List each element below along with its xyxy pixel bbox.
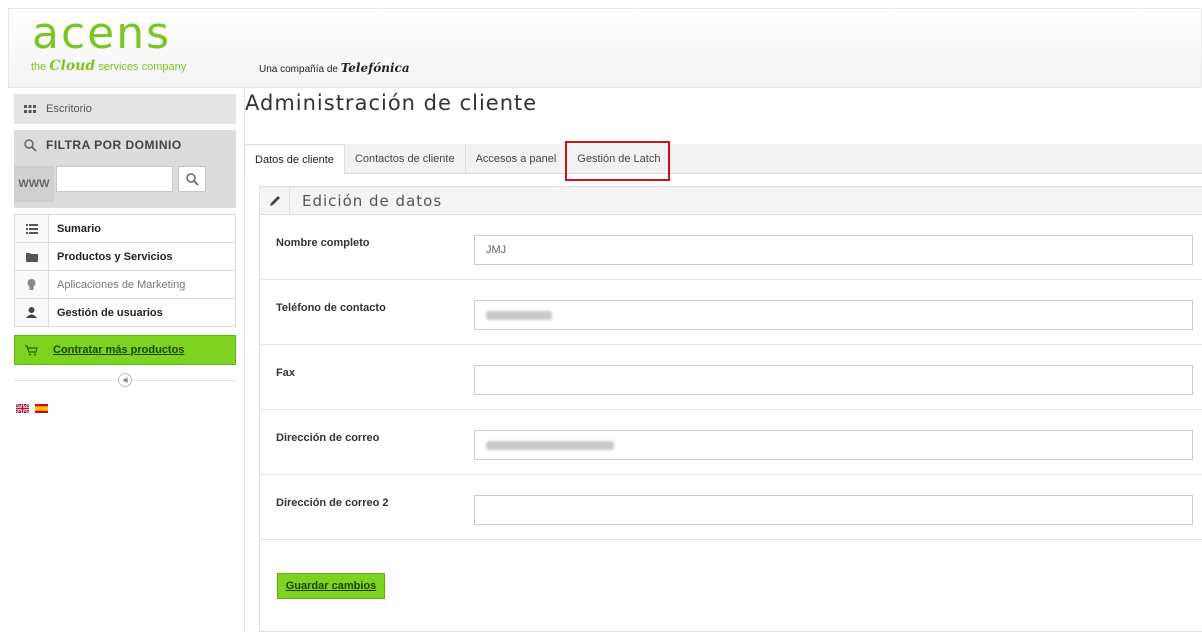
domain-search-input[interactable]	[56, 166, 173, 192]
sidebar-item-label: Sumario	[57, 222, 102, 235]
logo-tagline: the Cloud services company	[31, 58, 186, 74]
search-icon	[185, 172, 199, 186]
sidebar-item-label: Escritorio	[46, 103, 92, 115]
page-title: Administración de cliente	[245, 91, 538, 115]
domain-filter-title: FILTRA POR DOMINIO	[46, 138, 182, 152]
sidebar-item-escritorio[interactable]: Escritorio	[14, 94, 236, 124]
tab-bar: Datos de cliente Contactos de cliente Ac…	[244, 144, 1202, 175]
list-icon	[15, 215, 49, 242]
sidebar-item-label: Gestión de usuarios	[57, 306, 163, 319]
email-2-field[interactable]	[474, 495, 1193, 525]
tagline-cloud: Cloud	[49, 58, 96, 74]
tab-accesos-panel[interactable]: Accesos a panel	[466, 144, 568, 174]
form-row-telefono: Teléfono de contacto	[260, 280, 1202, 345]
grid-icon	[14, 94, 46, 124]
buy-more-products-button[interactable]: Contratar más productos	[14, 335, 236, 365]
acens-logo[interactable]: acens	[32, 9, 171, 59]
domain-search-button[interactable]	[178, 166, 206, 192]
tab-datos-cliente[interactable]: Datos de cliente	[244, 144, 345, 175]
sidebar-item-productos[interactable]: Productos y Servicios	[15, 243, 235, 271]
sidebar: Escritorio FILTRA POR DOMINIO WWW Sumari…	[14, 94, 236, 395]
telefonica-logo: Telefónica	[340, 61, 410, 75]
chevron-left-icon: ◀	[122, 377, 128, 384]
domain-filter: FILTRA POR DOMINIO WWW	[14, 130, 236, 208]
form-row-nombre: Nombre completo JMJ	[260, 215, 1202, 280]
partner-label: Una compañía de Telefónica	[259, 61, 410, 75]
partner-prefix: Una compañía de	[259, 64, 341, 75]
cart-icon	[15, 336, 47, 364]
panel-title: Edición de datos	[302, 191, 443, 210]
tagline-suffix: services company	[95, 61, 187, 73]
spain-flag-icon[interactable]	[35, 404, 48, 413]
tagline-prefix: the	[31, 61, 50, 73]
save-changes-label: Guardar cambios	[285, 580, 377, 592]
sidebar-item-label: Productos y Servicios	[57, 250, 173, 263]
sidebar-item-sumario[interactable]: Sumario	[15, 215, 235, 243]
full-name-field[interactable]: JMJ	[474, 235, 1193, 265]
collapse-sidebar-button[interactable]: ◀	[118, 373, 132, 387]
uk-flag-icon[interactable]	[16, 404, 29, 413]
lightbulb-icon	[15, 271, 49, 298]
field-label: Fax	[276, 367, 295, 379]
fax-field[interactable]	[474, 365, 1193, 395]
save-changes-button[interactable]: Guardar cambios	[277, 573, 385, 599]
field-label: Teléfono de contacto	[276, 302, 386, 314]
www-label: WWW	[14, 166, 54, 202]
domain-filter-header: FILTRA POR DOMINIO	[14, 130, 236, 160]
header: acens the Cloud services company Una com…	[8, 8, 1202, 88]
form-row-correo-2: Dirección de correo 2	[260, 475, 1202, 540]
sidebar-item-label: Aplicaciones de Marketing	[57, 278, 186, 291]
folder-icon	[15, 243, 49, 270]
language-selector	[16, 404, 48, 413]
panel-header: Edición de datos	[260, 187, 1202, 215]
sidebar-item-marketing[interactable]: Aplicaciones de Marketing	[15, 271, 235, 299]
user-icon	[15, 299, 49, 326]
latch-tab-highlight	[565, 141, 670, 181]
redacted-value	[486, 310, 552, 320]
phone-field[interactable]	[474, 300, 1193, 330]
redacted-value	[486, 440, 614, 450]
field-label: Dirección de correo 2	[276, 497, 389, 509]
email-field[interactable]	[474, 430, 1193, 460]
tab-contactos-cliente[interactable]: Contactos de cliente	[345, 144, 466, 174]
form-row-correo: Dirección de correo	[260, 410, 1202, 475]
buy-more-products-label: Contratar más productos	[53, 344, 185, 356]
edit-data-panel: Edición de datos Nombre completo JMJ Tel…	[259, 186, 1202, 632]
sidebar-item-usuarios[interactable]: Gestión de usuarios	[15, 299, 235, 327]
form-row-fax: Fax	[260, 345, 1202, 410]
field-label: Nombre completo	[276, 237, 370, 249]
field-label: Dirección de correo	[276, 432, 380, 444]
sidebar-menu: Sumario Productos y Servicios Aplicacion…	[14, 214, 236, 327]
sidebar-collapse-row: ◀	[14, 367, 236, 395]
search-icon	[14, 130, 46, 160]
pencil-icon	[260, 187, 290, 214]
